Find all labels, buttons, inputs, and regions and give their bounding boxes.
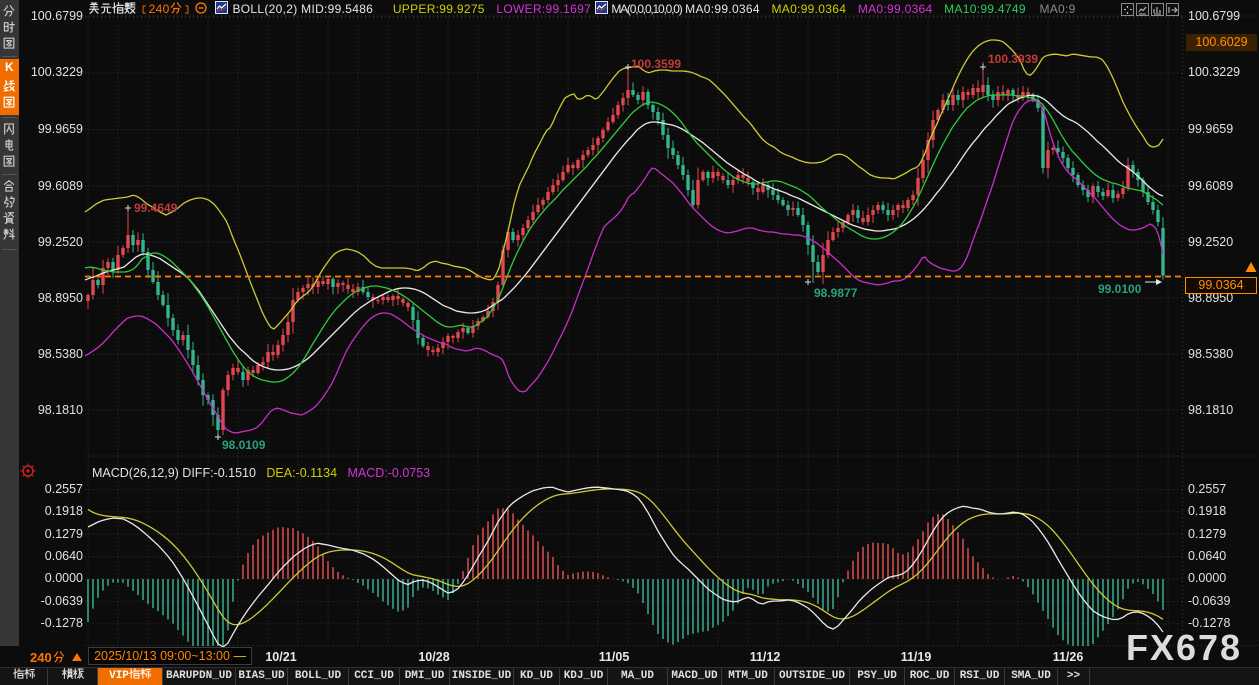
svg-text:98.0109: 98.0109	[222, 438, 266, 452]
svg-text:99.0100: 99.0100	[1098, 282, 1142, 296]
svg-text:99.4649: 99.4649	[134, 201, 178, 215]
svg-text:100.3939: 100.3939	[988, 52, 1038, 66]
svg-text:98.9877: 98.9877	[814, 286, 858, 300]
svg-text:100.3599: 100.3599	[631, 57, 681, 71]
